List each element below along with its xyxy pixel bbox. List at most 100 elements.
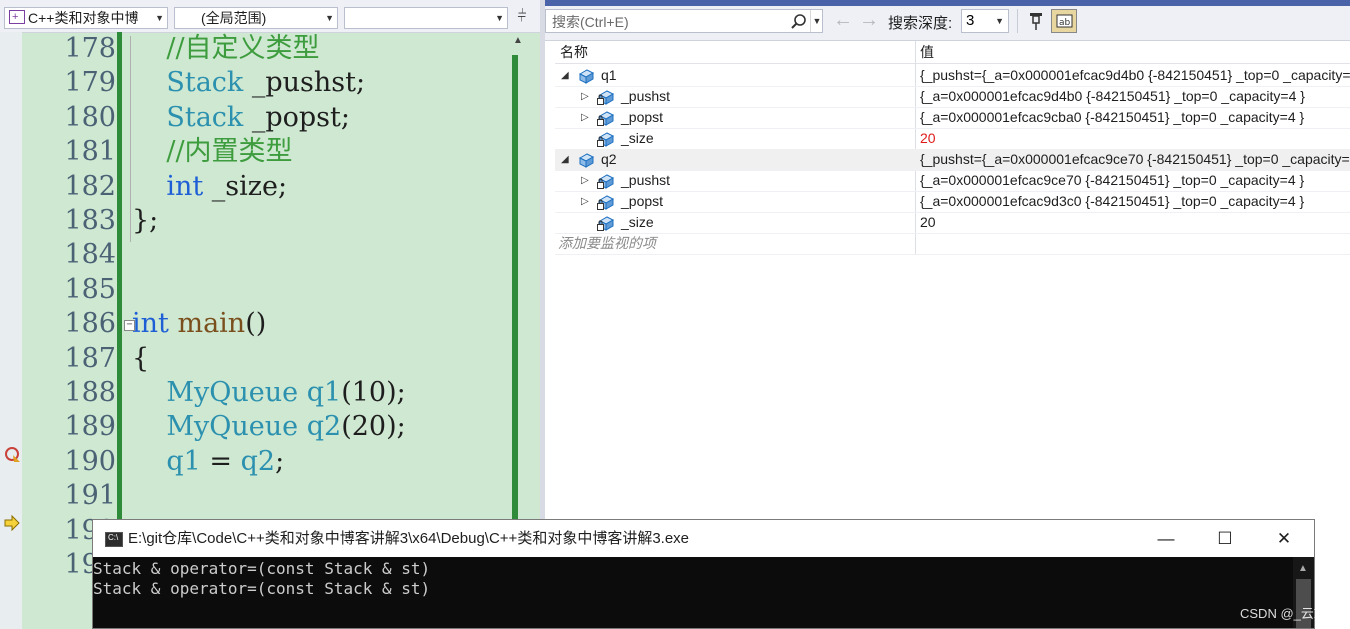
line-number: 182 bbox=[64, 170, 116, 202]
watch-variable-value[interactable]: {_a=0x000001efcac9d4b0 {-842150451} _top… bbox=[920, 86, 1350, 107]
code-line[interactable]: 185 bbox=[22, 273, 522, 307]
code-line[interactable]: 188 MyQueue q1(10); bbox=[22, 376, 522, 410]
collapse-arrow-icon[interactable]: ◢ bbox=[561, 65, 569, 86]
code-token: q2 bbox=[240, 445, 276, 477]
expand-arrow-icon[interactable]: ▷ bbox=[581, 191, 589, 212]
breakpoint-hit-icon[interactable] bbox=[4, 446, 22, 464]
watch-variable-value[interactable]: {_pushst={_a=0x000001efcac9d4b0 {-842150… bbox=[920, 65, 1350, 86]
code-line[interactable]: 182 int _size; bbox=[22, 170, 522, 204]
search-next-arrow-icon[interactable]: → bbox=[859, 10, 879, 30]
maximize-button[interactable]: ☐ bbox=[1202, 520, 1248, 557]
add-watch-row[interactable]: 添加要监视的项 bbox=[555, 233, 1350, 255]
code-line[interactable]: 189 MyQueue q2(20); bbox=[22, 410, 522, 444]
project-dropdown[interactable]: C++类和对象中博 ▼ bbox=[4, 7, 168, 29]
search-depth-dropdown[interactable]: 3 ▼ bbox=[961, 9, 1009, 33]
search-icon[interactable] bbox=[790, 13, 808, 31]
code-text[interactable]: //自定义类型 bbox=[132, 32, 319, 66]
console-title-bar[interactable]: C:\ E:\git仓库\Code\C++类和对象中博客讲解3\x64\Debu… bbox=[93, 520, 1314, 557]
watch-row[interactable]: _size 20 bbox=[555, 212, 1350, 234]
console-window[interactable]: C:\ E:\git仓库\Code\C++类和对象中博客讲解3\x64\Debu… bbox=[92, 519, 1315, 629]
editor-vertical-scrollbar[interactable]: ▲ bbox=[512, 35, 526, 520]
code-line[interactable]: 178 //自定义类型 bbox=[22, 32, 522, 66]
code-line[interactable]: 186 int main() bbox=[22, 307, 522, 341]
chevron-down-icon: ▼ bbox=[495, 13, 504, 23]
hexadecimal-display-icon[interactable]: ab bbox=[1051, 9, 1077, 33]
code-line[interactable]: 181 //内置类型 bbox=[22, 135, 522, 169]
code-line[interactable]: 187 { bbox=[22, 342, 522, 376]
line-number: 181 bbox=[64, 136, 116, 168]
code-text[interactable]: Stack _pushst; bbox=[132, 66, 365, 100]
glyph-margin[interactable] bbox=[0, 32, 22, 629]
code-line[interactable]: 180 Stack _popst; bbox=[22, 101, 522, 135]
project-icon bbox=[9, 8, 25, 27]
console-app-icon: C:\ bbox=[105, 532, 123, 547]
watch-variable-value[interactable]: {_a=0x000001efcac9ce70 {-842150451} _top… bbox=[920, 170, 1350, 191]
code-text[interactable]: MyQueue q2(20); bbox=[132, 410, 405, 444]
search-input[interactable] bbox=[550, 12, 792, 32]
watch-row[interactable]: ▷ _pushst {_a=0x000001efcac9ce70 {-8421504… bbox=[555, 170, 1350, 192]
code-line[interactable]: 179 Stack _pushst; bbox=[22, 66, 522, 100]
line-number: 189 bbox=[64, 411, 116, 443]
watch-row[interactable]: _size 20 bbox=[555, 128, 1350, 150]
search-previous-arrow-icon[interactable]: ← bbox=[833, 10, 853, 30]
watch-row[interactable]: ▷ _popst {_a=0x000001efcac9cba0 {-84215045… bbox=[555, 107, 1350, 129]
split-editor-icon[interactable]: ⫩ bbox=[512, 7, 532, 29]
expand-arrow-icon[interactable]: ▷ bbox=[581, 86, 589, 107]
column-header-name[interactable]: 名称 bbox=[560, 41, 588, 63]
code-text[interactable]: int _size; bbox=[132, 170, 287, 204]
watch-variable-value[interactable]: {_pushst={_a=0x000001efcac9ce70 {-842150… bbox=[920, 149, 1350, 170]
code-text[interactable]: }; bbox=[132, 204, 158, 238]
private-field-icon bbox=[597, 90, 615, 105]
watch-row[interactable]: ▷ _pushst {_a=0x000001efcac9d4b0 {-8421504… bbox=[555, 86, 1350, 108]
watch-variable-value[interactable]: {_a=0x000001efcac9cba0 {-842150451} _top… bbox=[920, 107, 1350, 128]
code-token: { bbox=[132, 342, 150, 374]
scroll-up-icon[interactable]: ▲ bbox=[513, 35, 523, 46]
code-token: q1 bbox=[306, 377, 342, 408]
scope-dropdown[interactable]: (全局范围) ▼ bbox=[174, 7, 338, 29]
code-text[interactable]: //内置类型 bbox=[132, 135, 292, 169]
collapse-arrow-icon[interactable]: ◢ bbox=[561, 149, 569, 170]
pin-icon[interactable] bbox=[1027, 11, 1045, 31]
code-line[interactable]: 183}; bbox=[22, 204, 522, 238]
watch-variable-value[interactable]: 20 bbox=[920, 128, 1350, 149]
console-output[interactable]: Stack & operator=(const Stack & st) Stac… bbox=[93, 557, 1293, 628]
member-dropdown[interactable]: ▼ bbox=[344, 7, 508, 29]
watch-row[interactable]: ▷ _popst {_a=0x000001efcac9d3c0 {-84215045… bbox=[555, 191, 1350, 213]
minimize-button[interactable]: — bbox=[1143, 520, 1189, 557]
expand-arrow-icon[interactable]: ▷ bbox=[581, 107, 589, 128]
code-line[interactable]: 191 bbox=[22, 479, 522, 513]
watch-row[interactable]: ◢ q2 {_pushst={_a=0x000001efcac9ce70 {-842… bbox=[555, 149, 1350, 171]
watch-variable-value[interactable]: 20 bbox=[920, 212, 1350, 233]
collapse-toggle-icon[interactable]: − bbox=[124, 320, 135, 331]
watch-search-box[interactable]: ▼ bbox=[545, 9, 823, 33]
watch-row[interactable]: ◢ q1 {_pushst={_a=0x000001efcac9d4b0 {-842… bbox=[555, 65, 1350, 87]
expand-arrow-icon[interactable]: ▷ bbox=[581, 170, 589, 191]
code-line[interactable]: 184 bbox=[22, 238, 522, 272]
chevron-down-icon: ▼ bbox=[995, 16, 1004, 26]
column-header-value[interactable]: 值 bbox=[920, 41, 934, 63]
code-text[interactable]: { bbox=[132, 342, 149, 376]
watch-variable-value[interactable]: {_a=0x000001efcac9d3c0 {-842150451} _top… bbox=[920, 191, 1350, 212]
code-text[interactable]: MyQueue q1(10); bbox=[132, 376, 405, 410]
watch-variable-name: _size bbox=[621, 214, 654, 230]
private-field-icon bbox=[597, 111, 615, 126]
private-field-icon bbox=[597, 132, 615, 147]
scroll-up-icon[interactable]: ▲ bbox=[1298, 563, 1308, 574]
code-text[interactable]: q1 = q2; bbox=[132, 445, 284, 479]
watermark: CSDN @_云彧_ bbox=[1240, 606, 1335, 621]
chevron-down-icon[interactable]: ▼ bbox=[810, 10, 823, 32]
add-watch-placeholder[interactable]: 添加要监视的项 bbox=[558, 233, 656, 254]
code-text[interactable]: int main() bbox=[132, 307, 266, 341]
line-number: 190 bbox=[64, 445, 116, 477]
code-text[interactable]: Stack _popst; bbox=[132, 101, 350, 135]
code-line[interactable]: 190 q1 = q2; bbox=[22, 445, 522, 479]
code-token: q1 bbox=[166, 445, 201, 477]
chevron-down-icon: ▼ bbox=[325, 13, 334, 23]
close-button[interactable]: ✕ bbox=[1261, 520, 1307, 557]
